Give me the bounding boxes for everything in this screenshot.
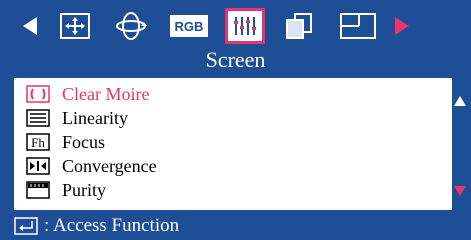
rotation-icon[interactable] (110, 6, 152, 46)
selected-icon-frame (225, 8, 265, 44)
menu-item-label: Linearity (62, 108, 128, 128)
enter-key-icon (14, 217, 38, 235)
scroll-down-icon[interactable] (453, 184, 467, 196)
footer-text: : Access Function (44, 215, 180, 236)
menu-item-label: Purity (62, 180, 107, 200)
convergence-icon (26, 157, 50, 175)
rgb-icon[interactable]: RGB (166, 6, 212, 46)
linearity-icon (26, 109, 50, 127)
menu-item-label: Clear Moire (62, 84, 150, 104)
window-icon[interactable] (334, 6, 382, 46)
clear-moire-icon (26, 85, 50, 103)
footer-hint: : Access Function (0, 212, 471, 240)
arrow-left-icon[interactable] (18, 6, 44, 46)
menu-item-label: Focus (62, 132, 106, 152)
menu-item-convergence[interactable]: Convergence (14, 154, 452, 178)
menu-panel: Clear Moire Linearity Fh Focus Convergen… (14, 78, 452, 210)
menu-title: Screen (205, 47, 266, 72)
icon-bar: RGB (0, 6, 471, 46)
menu-item-purity[interactable]: Purity (14, 178, 452, 202)
menu-item-label: Convergence (62, 156, 157, 176)
purity-icon (26, 181, 50, 199)
screen-icon[interactable] (222, 6, 268, 46)
menu-item-clear-moire[interactable]: Clear Moire (14, 82, 452, 106)
arrow-right-icon[interactable] (388, 6, 414, 46)
menu-item-focus[interactable]: Fh Focus (14, 130, 452, 154)
osd-window: RGB Screen Clear Moire Linearity Fh Focu… (0, 0, 471, 240)
menu-item-linearity[interactable]: Linearity (14, 106, 452, 130)
svg-text:Fh: Fh (31, 135, 45, 150)
scroll-up-icon[interactable] (453, 94, 467, 106)
focus-icon: Fh (26, 133, 50, 151)
multi-window-icon[interactable] (278, 6, 320, 46)
svg-text:RGB: RGB (175, 19, 204, 34)
position-icon[interactable] (54, 6, 96, 46)
